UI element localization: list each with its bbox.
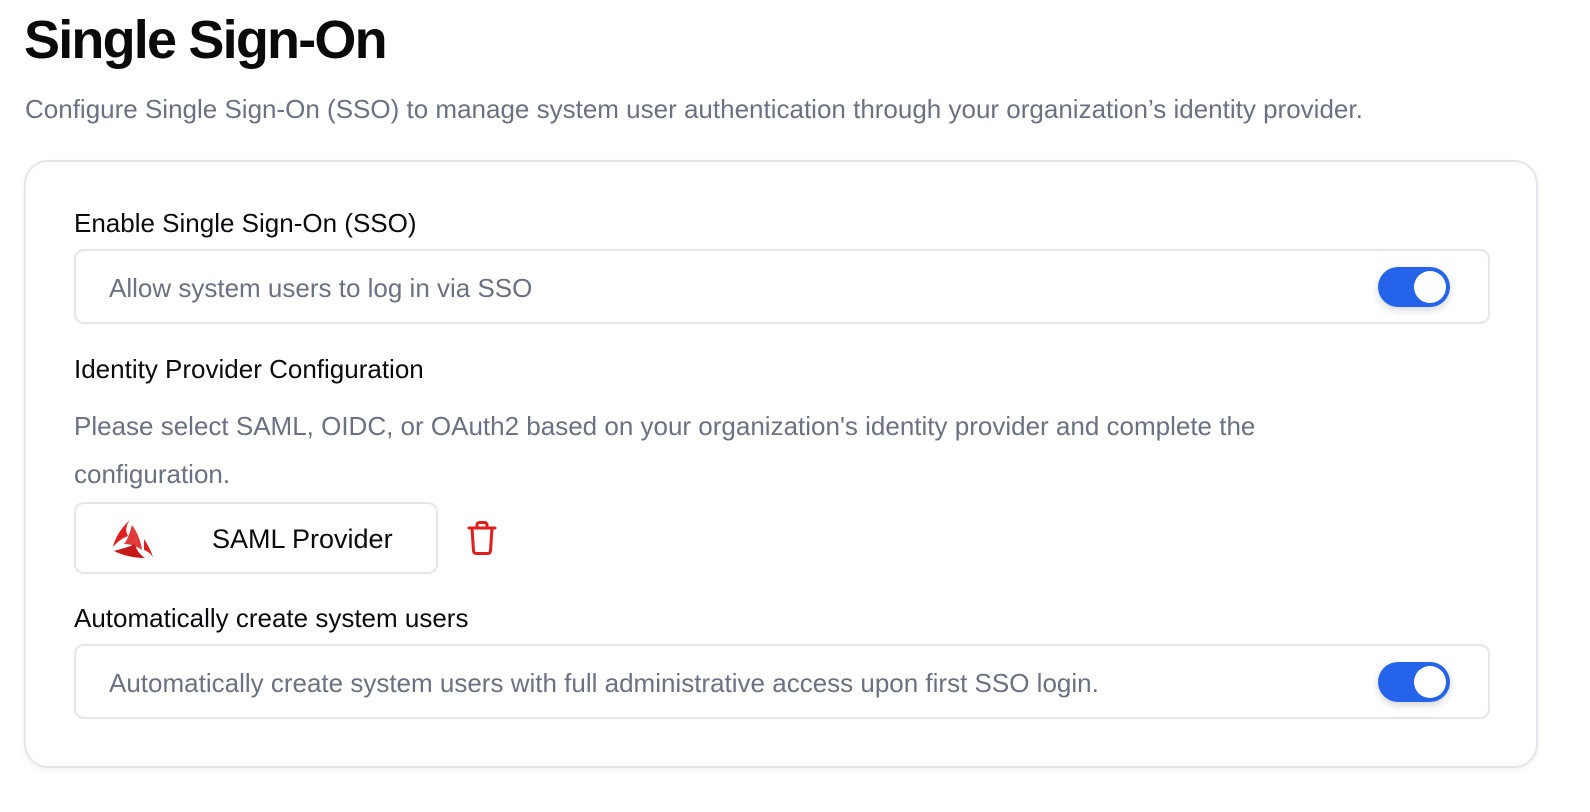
auto-create-toggle[interactable]	[1378, 662, 1450, 702]
auto-create-row: Automatically create system users with f…	[74, 644, 1490, 719]
page-title: Single Sign-On	[24, 10, 388, 70]
enable-sso-toggle[interactable]	[1378, 267, 1450, 307]
saml-provider-card[interactable]: SAML Provider	[74, 502, 438, 574]
sso-settings-card: Enable Single Sign-On (SSO) Allow system…	[24, 160, 1538, 768]
toggle-knob	[1414, 271, 1446, 303]
sso-settings-page: Single Sign-On Configure Single Sign-On …	[0, 0, 1590, 812]
enable-sso-text: Allow system users to log in via SSO	[109, 273, 533, 303]
provider-name: SAML Provider	[212, 524, 393, 554]
page-description: Configure Single Sign-On (SSO) to manage…	[25, 94, 1363, 124]
toggle-knob	[1414, 666, 1446, 698]
enable-sso-label: Enable Single Sign-On (SSO)	[74, 208, 417, 238]
enable-sso-row: Allow system users to log in via SSO	[74, 249, 1490, 324]
auto-create-text: Automatically create system users with f…	[109, 668, 1099, 698]
saml-logo-icon	[113, 520, 153, 558]
trash-icon[interactable]	[466, 520, 498, 556]
idp-config-label: Identity Provider Configuration	[74, 354, 424, 384]
auto-create-label: Automatically create system users	[74, 603, 469, 633]
idp-config-description: Please select SAML, OIDC, or OAuth2 base…	[74, 411, 1256, 489]
